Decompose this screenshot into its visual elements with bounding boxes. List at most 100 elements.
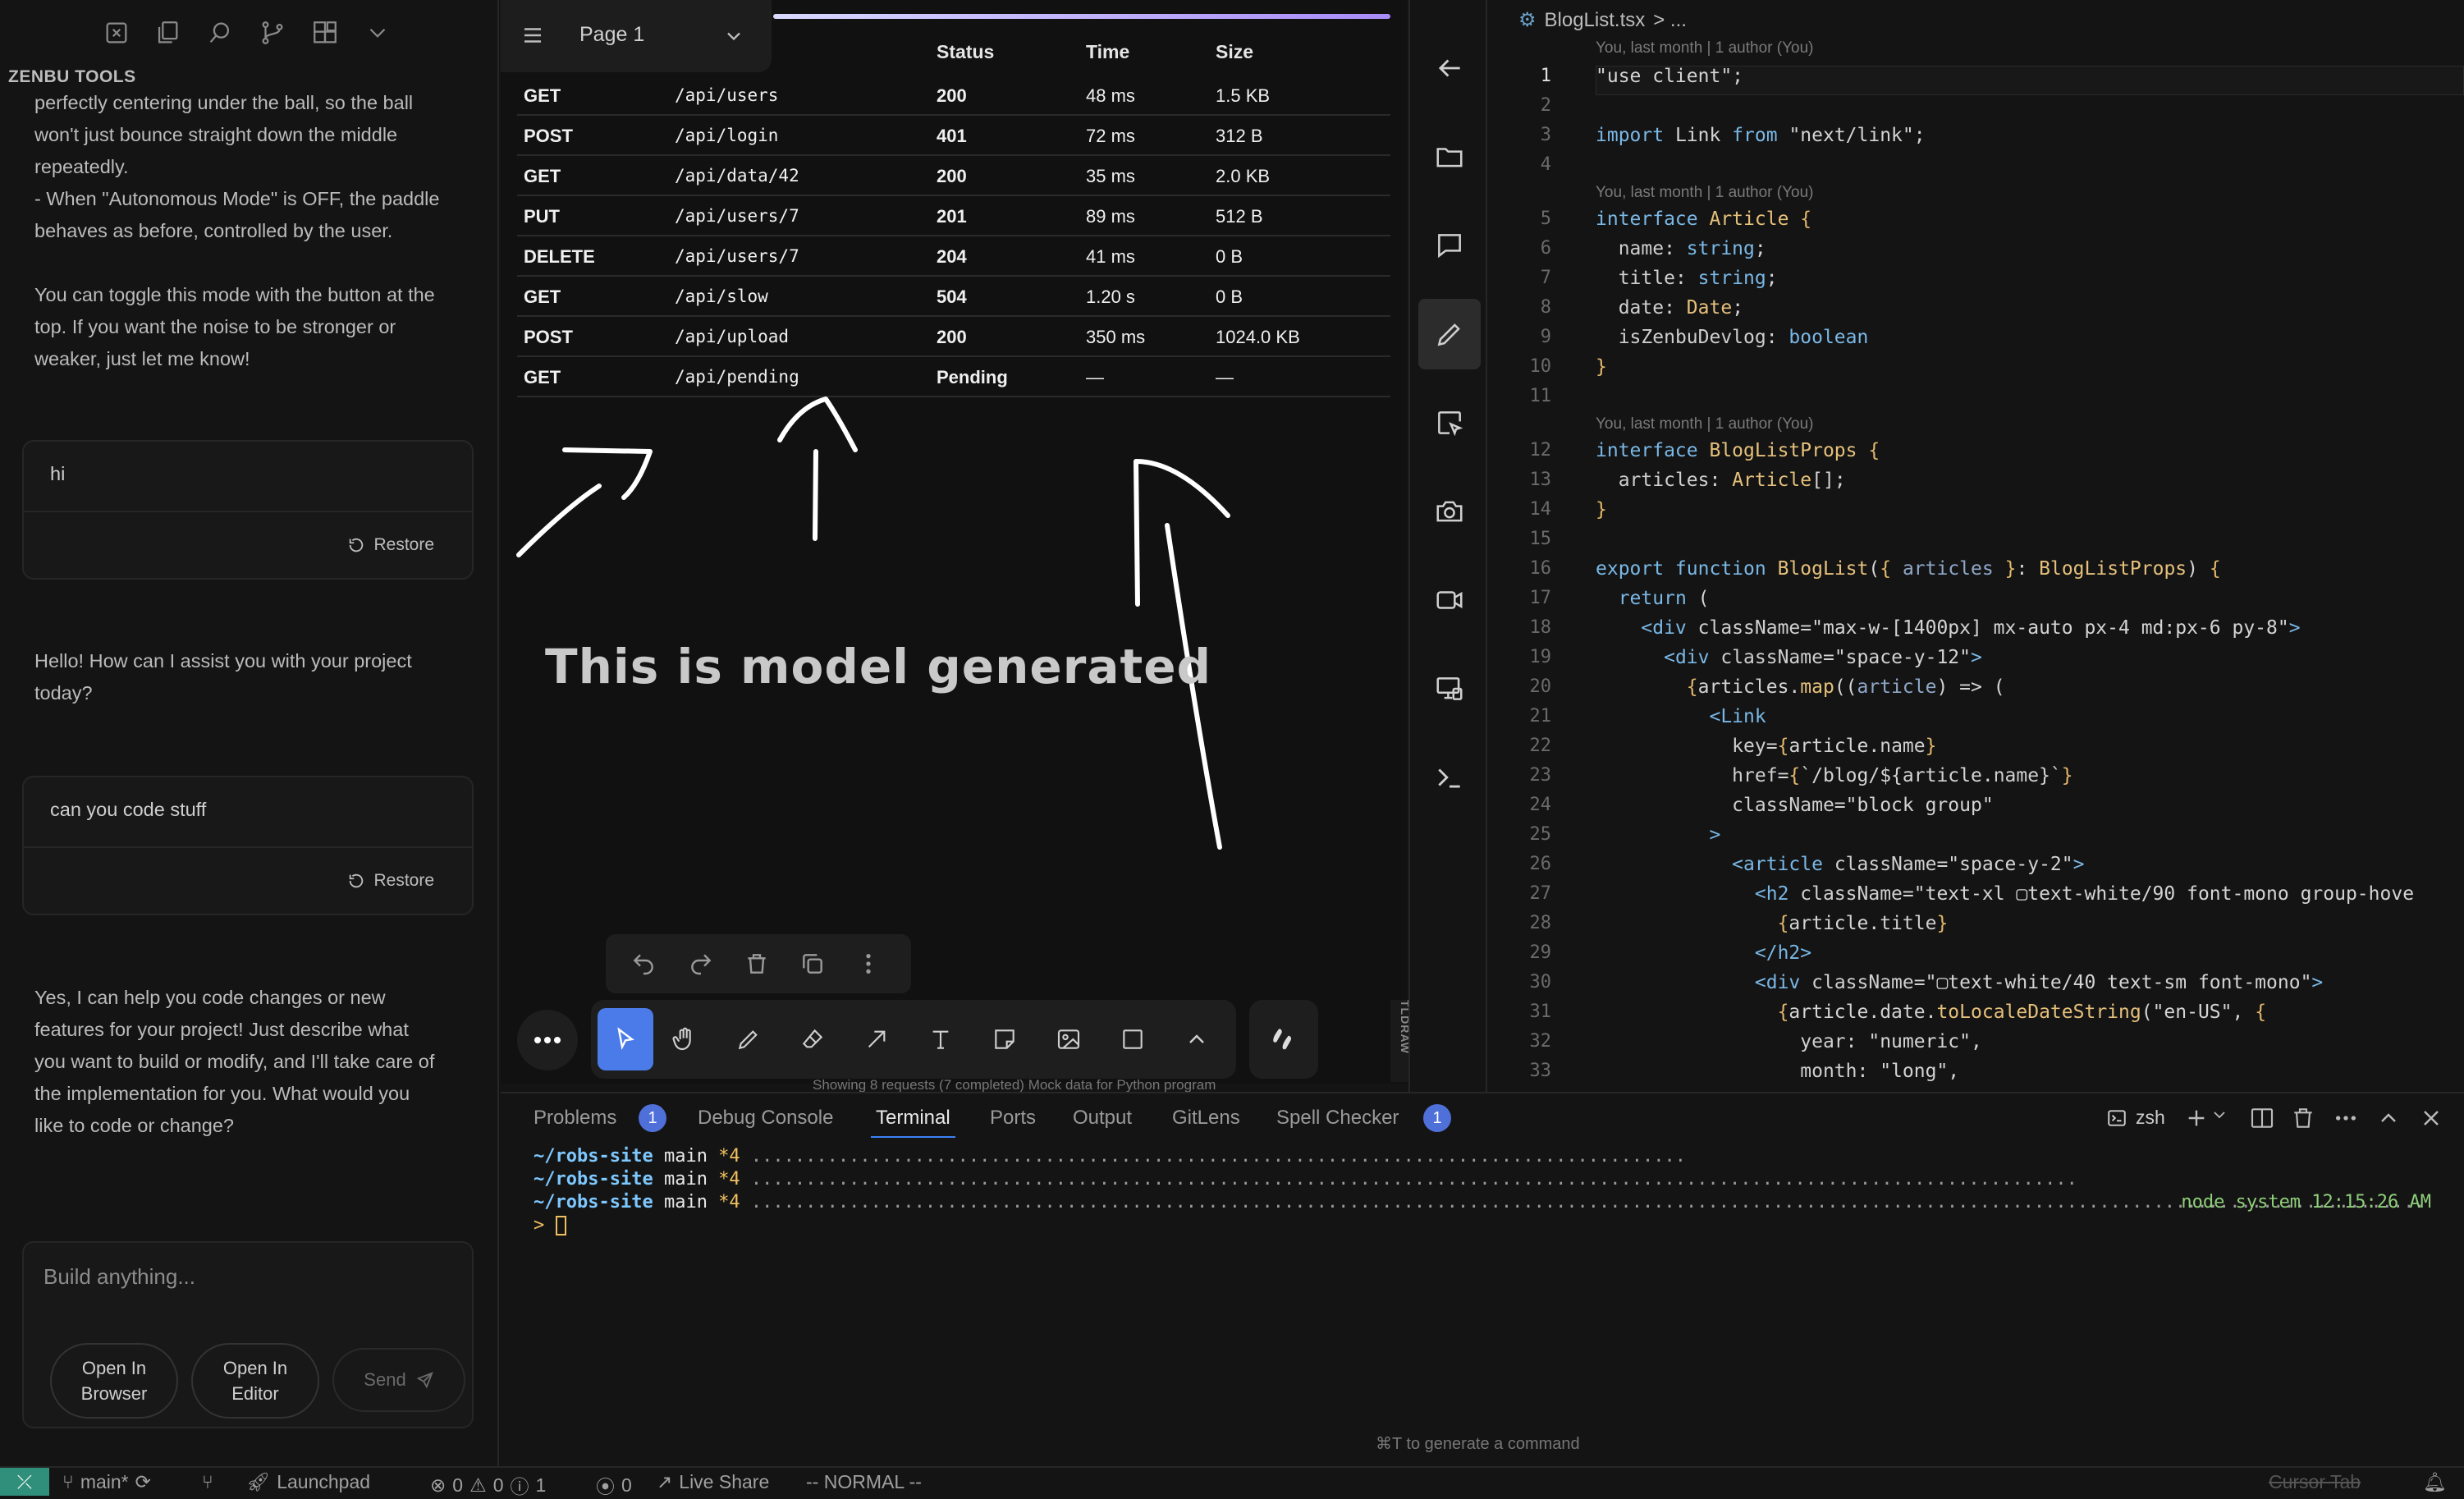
code-line[interactable]: className="block group" [1596,795,1994,816]
select-tool-icon[interactable] [598,1008,653,1070]
notifications-bell-icon[interactable]: 🔔︎ [2423,1471,2447,1493]
code-line[interactable]: } [1596,356,1607,378]
cursor-tab-indicator[interactable]: Cursor Tab [2269,1471,2361,1493]
code-line[interactable]: month: "long", [1596,1061,1959,1082]
tldraw-logo-button[interactable] [1249,1000,1318,1079]
code-line[interactable]: export function BlogList({ articles }: B… [1596,558,2221,580]
more-menu-button[interactable] [517,1010,578,1070]
open-in-browser-button[interactable]: Open In Browser [50,1343,178,1419]
duplicate-icon[interactable] [799,951,826,977]
chevron-down-icon[interactable] [2210,1105,2229,1131]
text-tool-icon[interactable] [918,1016,964,1062]
tab-output[interactable]: Output [1073,1107,1132,1130]
code-line[interactable]: articles: Article[]; [1596,470,1846,491]
send-button[interactable]: Send [332,1348,465,1412]
rectangle-tool-icon[interactable] [1110,1016,1156,1062]
code-line[interactable]: <h2 className="text-xl ▢text-white/90 fo… [1596,883,2414,905]
source-control-icon[interactable] [256,16,289,49]
code-line[interactable]: {article.title} [1596,913,1949,934]
back-arrow-icon[interactable] [1418,33,1481,103]
chevron-down-icon[interactable] [361,16,394,49]
redo-icon[interactable] [688,951,714,977]
terminal-line[interactable]: ~/robs-site main *4 ....................… [534,1146,1686,1167]
remote-indicator[interactable]: ⤫ [0,1468,49,1496]
launchpad-button[interactable]: 🚀︎ Launchpad [246,1471,370,1493]
arrow-tool-icon[interactable] [854,1016,900,1062]
code-line[interactable]: date: Date; [1596,297,1743,319]
plus-icon[interactable] [2183,1105,2210,1131]
handwritten-note[interactable]: This is model generated [545,639,1211,694]
problems-indicator[interactable]: ⊗ 0 ⚠ 0 ⓘ 1 [430,1471,546,1499]
tab-spell-checker[interactable]: Spell Checker [1276,1107,1399,1130]
breadcrumb-file[interactable]: BlogList.tsx [1545,9,1646,32]
tab-ports[interactable]: Ports [990,1107,1036,1130]
files-icon[interactable] [151,16,184,49]
note-tool-icon[interactable] [982,1016,1028,1062]
more-horizontal-icon[interactable] [2333,1105,2359,1131]
terminal-shell-selector[interactable]: zsh [2106,1107,2165,1129]
image-tool-icon[interactable] [1046,1016,1092,1062]
page-menu[interactable]: Page 1 [501,0,772,72]
hand-drawn-arrows[interactable] [501,361,1404,870]
chat-bubble-icon[interactable] [1418,210,1481,281]
code-line[interactable]: > [1596,824,1720,846]
close-panel-icon[interactable] [100,16,133,49]
tab-debug-console[interactable]: Debug Console [698,1107,833,1130]
code-line[interactable]: } [1596,499,1607,520]
tab-terminal[interactable]: Terminal [871,1107,955,1138]
code-line[interactable]: isZenbuDevlog: boolean [1596,327,1869,348]
trash-icon[interactable] [2290,1105,2316,1131]
undo-icon[interactable] [630,951,657,977]
maximize-panel-icon[interactable] [2375,1105,2402,1131]
code-line[interactable]: <Link [1596,706,1766,727]
code-line[interactable]: <div className="max-w-[1400px] mx-auto p… [1596,617,2300,639]
breadcrumb-rest[interactable]: > ... [1653,9,1687,32]
code-line[interactable]: <div className="space-y-12"> [1596,647,1982,668]
open-in-editor-button[interactable]: Open In Editor [191,1343,319,1419]
code-line[interactable]: key={article.name} [1596,736,1936,757]
ports-indicator[interactable]: ⦿ 0 [596,1471,632,1499]
tab-gitlens[interactable]: GitLens [1172,1107,1240,1130]
more-vertical-icon[interactable] [855,951,882,977]
code-line[interactable]: {articles.map((article) => ( [1596,676,2005,698]
code-line[interactable]: return ( [1596,588,1710,609]
code-line[interactable]: name: string; [1596,238,1766,259]
restore-button[interactable]: Restore [347,871,434,891]
code-line[interactable]: <div className="▢text-white/40 text-sm f… [1596,972,2323,993]
code-line[interactable]: title: string; [1596,268,1778,289]
video-icon[interactable] [1418,565,1481,635]
terminal-icon[interactable] [1418,742,1481,813]
code-line[interactable]: </h2> [1596,942,1811,964]
select-region-icon[interactable] [1418,387,1481,458]
extensions-icon[interactable] [309,16,341,49]
draw-pencil-icon[interactable] [1418,299,1481,369]
split-terminal-icon[interactable] [2249,1105,2275,1131]
eraser-tool-icon[interactable] [790,1016,836,1062]
folder-icon[interactable] [1418,121,1481,192]
code-line[interactable]: href={`/blog/${article.name}`} [1596,765,2072,786]
search-icon[interactable] [204,16,236,49]
trash-icon[interactable] [744,951,770,977]
terminal-line[interactable]: ~/robs-site main *4 ....................… [534,1169,2077,1190]
code-line[interactable]: interface BlogListProps { [1596,440,1880,461]
hand-tool-icon[interactable] [662,1016,708,1062]
live-share-button[interactable]: ↗ Live Share [657,1471,769,1493]
code-line[interactable]: {article.date.toLocaleDateString("en-US"… [1596,1002,2267,1023]
hamburger-icon[interactable] [520,23,545,48]
code-line[interactable]: "use client"; [1596,66,1743,87]
camera-icon[interactable] [1418,476,1481,547]
chevron-up-icon[interactable] [1174,1016,1220,1062]
restore-button[interactable]: Restore [347,535,434,555]
code-line[interactable]: import Link from "next/link"; [1596,125,1926,146]
chevron-down-icon[interactable] [722,25,745,48]
code-line[interactable]: <article className="space-y-2"> [1596,854,2084,875]
pencil-tool-icon[interactable] [726,1016,772,1062]
chat-input[interactable]: Build anything... [44,1264,195,1290]
code-line[interactable]: interface Article { [1596,209,1811,230]
tab-problems[interactable]: Problems [534,1107,616,1130]
terminal-input-line[interactable]: > [534,1215,566,1235]
terminal-line[interactable]: ~/robs-site main *4 ....................… [534,1192,2425,1212]
code-line[interactable]: year: "numeric", [1596,1031,1982,1052]
branch-indicator[interactable]: ⑂ main* ⟳ [62,1471,151,1493]
git-graph-button[interactable]: ⑂ [202,1471,213,1493]
